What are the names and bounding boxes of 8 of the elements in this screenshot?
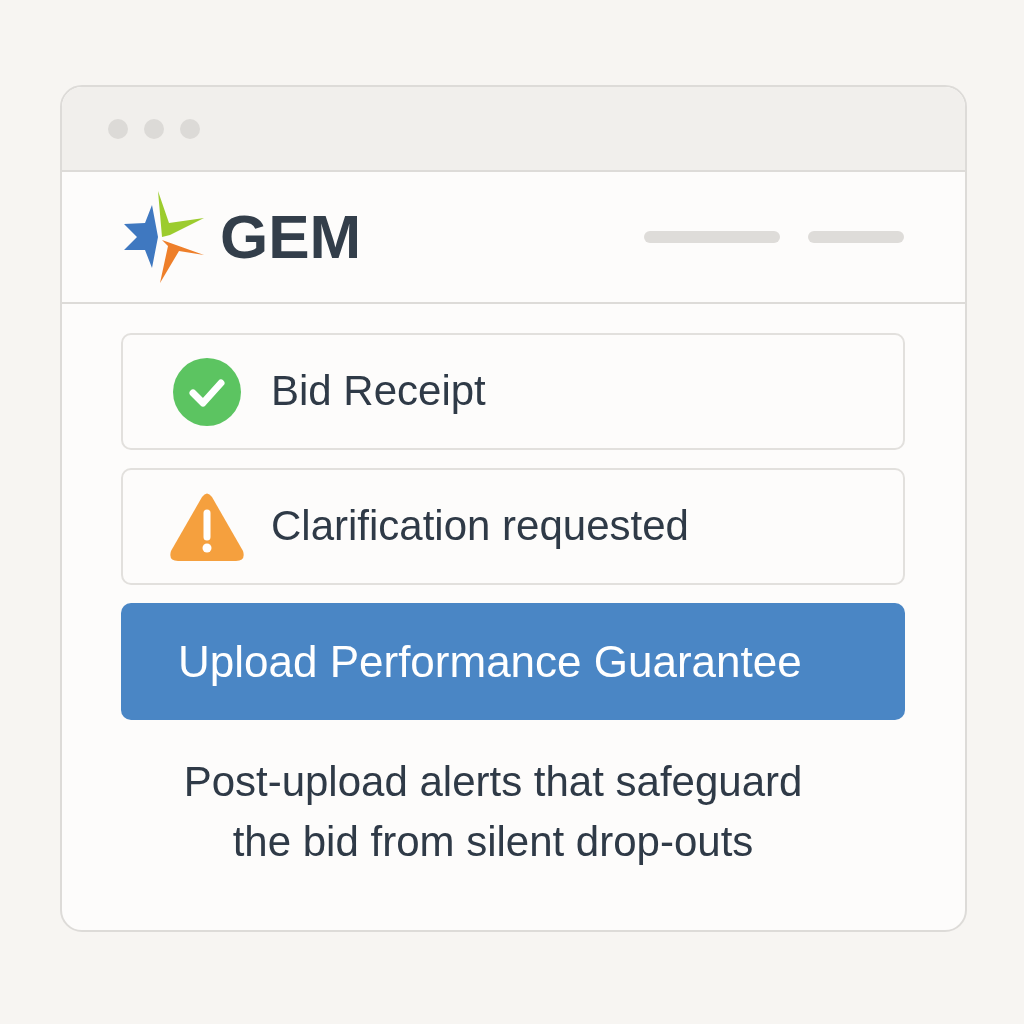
caption-text: Post-upload alerts that safeguard the bid from silent drop-outs [182,757,804,867]
star-logo-icon [122,191,206,283]
logo-text: GEM [220,206,362,268]
status-label: Clarification requested [271,501,689,552]
check-circle-icon [173,357,241,426]
upload-button[interactable]: Upload Performance Guarantee [121,603,905,720]
status-label: Bid Receipt [271,366,486,417]
warning-icon [169,492,245,561]
